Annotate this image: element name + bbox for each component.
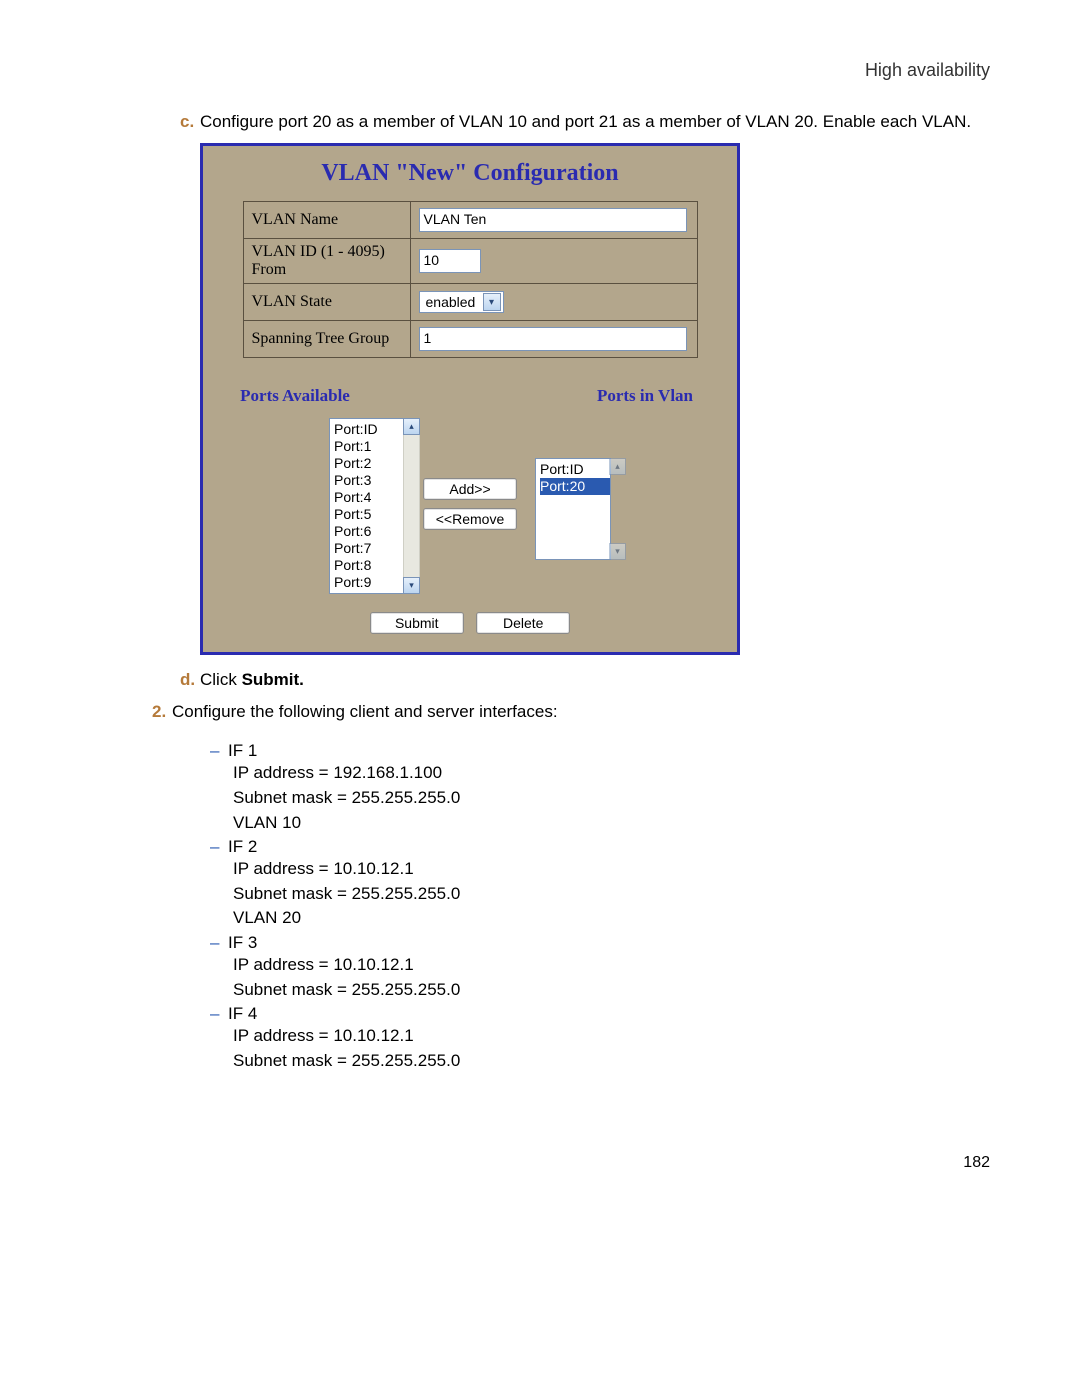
ports-available-heading: Ports Available xyxy=(225,386,365,406)
vlan-state-value: enabled xyxy=(426,294,476,310)
add-button[interactable]: Add>> xyxy=(423,478,517,500)
list-item[interactable]: Port:4 xyxy=(334,489,404,506)
ports-in-vlan-heading: Ports in Vlan xyxy=(575,386,715,406)
bullet-dash-icon: – xyxy=(210,741,228,761)
if-name: IF 4 xyxy=(228,1004,257,1023)
step-letter-c: c. xyxy=(180,111,200,133)
if-detail: IP address = 10.10.12.1 xyxy=(233,1024,1000,1049)
if-detail: Subnet mask = 255.255.255.0 xyxy=(233,1049,1000,1074)
list-item[interactable]: Port:8 xyxy=(334,557,404,574)
section-heading: High availability xyxy=(80,60,1000,81)
if-detail: Subnet mask = 255.255.255.0 xyxy=(233,786,1000,811)
delete-button[interactable]: Delete xyxy=(476,612,570,634)
remove-button[interactable]: <<Remove xyxy=(423,508,517,530)
ports-available-listbox[interactable]: Port:ID Port:1 Port:2 Port:3 Port:4 Port… xyxy=(329,418,405,594)
if-detail: IP address = 10.10.12.1 xyxy=(233,953,1000,978)
step-2-text: Configure the following client and serve… xyxy=(172,702,558,721)
list-item[interactable]: Port:1 xyxy=(334,438,404,455)
interfaces-block: –IF 1 IP address = 192.168.1.100 Subnet … xyxy=(210,741,1000,1073)
scroll-up-icon: ▴ xyxy=(609,458,626,475)
if-detail: Subnet mask = 255.255.255.0 xyxy=(233,882,1000,907)
list-item[interactable]: Port:7 xyxy=(334,540,404,557)
scroll-down-icon: ▾ xyxy=(609,543,626,560)
list-item[interactable]: Port:6 xyxy=(334,523,404,540)
list-item[interactable]: Port:9 xyxy=(334,574,404,591)
page-number: 182 xyxy=(80,1154,1000,1172)
step-c-text: Configure port 20 as a member of VLAN 10… xyxy=(200,112,971,131)
vlan-state-label: VLAN State xyxy=(243,284,410,321)
if-detail: IP address = 192.168.1.100 xyxy=(233,761,1000,786)
scroll-down-icon[interactable]: ▾ xyxy=(403,577,420,594)
if-detail: VLAN 20 xyxy=(233,906,1000,931)
list-item[interactable]: Port:ID xyxy=(334,421,404,438)
vlan-id-input[interactable]: 10 xyxy=(419,249,481,273)
vlan-form-table: VLAN Name VLAN Ten VLAN ID (1 - 4095) Fr… xyxy=(243,201,698,358)
bullet-dash-icon: – xyxy=(210,933,228,953)
step-d-prefix: Click xyxy=(200,670,242,689)
stp-label: Spanning Tree Group xyxy=(243,321,410,358)
step-c-line: c.Configure port 20 as a member of VLAN … xyxy=(180,111,1000,133)
screenshot-title: VLAN "New" Configuration xyxy=(203,160,737,187)
scrollbar-track[interactable] xyxy=(403,435,420,577)
step-letter-d: d. xyxy=(180,669,200,691)
if-name: IF 2 xyxy=(228,837,257,856)
step-d-bold: Submit. xyxy=(242,670,304,689)
bullet-dash-icon: – xyxy=(210,837,228,857)
if-detail: VLAN 10 xyxy=(233,811,1000,836)
step-2-line: 2.Configure the following client and ser… xyxy=(152,701,1000,723)
if-name: IF 3 xyxy=(228,933,257,952)
scroll-up-icon[interactable]: ▴ xyxy=(403,418,420,435)
chevron-down-icon[interactable]: ▾ xyxy=(483,293,501,311)
if-name: IF 1 xyxy=(228,741,257,760)
vlan-config-screenshot: VLAN "New" Configuration VLAN Name VLAN … xyxy=(200,143,740,655)
submit-button[interactable]: Submit xyxy=(370,612,464,634)
ports-in-vlan-listbox[interactable]: Port:ID Port:20 xyxy=(535,458,611,560)
step-d-line: d.Click Submit. xyxy=(180,669,1000,691)
vlan-name-input[interactable]: VLAN Ten xyxy=(419,208,687,232)
list-item[interactable]: Port:ID xyxy=(540,461,610,478)
list-item[interactable]: Port:2 xyxy=(334,455,404,472)
list-item[interactable]: Port:3 xyxy=(334,472,404,489)
stp-input[interactable]: 1 xyxy=(419,327,687,351)
if-detail: IP address = 10.10.12.1 xyxy=(233,857,1000,882)
step-number-2: 2. xyxy=(152,701,172,723)
bullet-dash-icon: – xyxy=(210,1004,228,1024)
if-detail: Subnet mask = 255.255.255.0 xyxy=(233,978,1000,1003)
vlan-state-select[interactable]: enabled ▾ xyxy=(419,291,504,313)
list-item[interactable]: Port:5 xyxy=(334,506,404,523)
vlan-id-label: VLAN ID (1 - 4095) From xyxy=(243,239,410,284)
vlan-name-label: VLAN Name xyxy=(243,202,410,239)
list-item[interactable]: Port:20 xyxy=(540,478,610,495)
